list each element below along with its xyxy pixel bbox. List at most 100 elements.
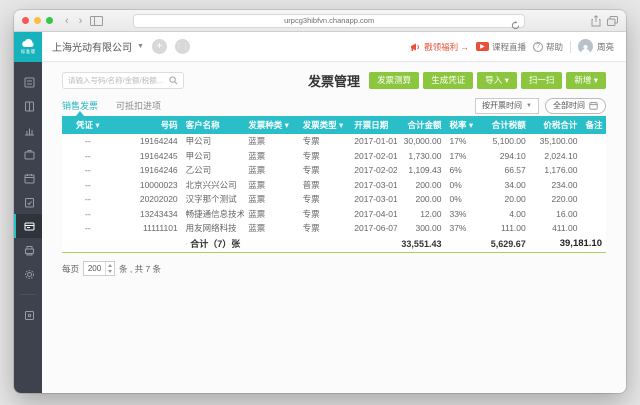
table-cell: 蓝票 xyxy=(244,163,298,178)
user-menu[interactable]: 周亮 xyxy=(578,39,614,54)
search-input[interactable] xyxy=(68,76,169,85)
table-cell: 2017-02-01 xyxy=(350,149,396,164)
column-header[interactable]: 凭证 ▾ xyxy=(62,116,114,134)
minimize-window-icon[interactable] xyxy=(34,17,41,24)
table-cell: 10000023 xyxy=(114,178,182,193)
scan-button[interactable]: 扫一扫 xyxy=(521,72,563,89)
table-header-row: 凭证 ▾号码客户名称发票种类 ▾发票类型 ▾开票日期合计金额税率 ▾合计税额价税… xyxy=(62,116,606,134)
sidebar-item-more[interactable] xyxy=(14,303,42,327)
table-cell: 蓝票 xyxy=(244,149,298,164)
tabs-row: 销售发票 可抵扣进项 按开票时间 ▼ 全部时间 xyxy=(62,95,606,116)
company-dropdown-icon[interactable]: ▼ xyxy=(137,43,144,50)
summary-row: 合计（7）张 33,551.43 5,629.67 39,181.10 xyxy=(62,236,606,253)
browser-window: ‹ › urpcg3hibfvn.chanapp.com xyxy=(14,10,626,393)
logo-edition-label: 标准版 xyxy=(21,48,36,54)
add-company-button[interactable]: + xyxy=(152,39,167,54)
import-button[interactable]: 导入 ▾ xyxy=(477,72,517,89)
tab-sales-invoices[interactable]: 销售发票 xyxy=(62,95,98,116)
table-cell xyxy=(581,134,606,149)
table-cell: 19164246 xyxy=(114,163,182,178)
help-icon: ? xyxy=(533,42,543,52)
search-icon[interactable] xyxy=(169,76,178,85)
forward-button[interactable]: › xyxy=(77,16,85,26)
table-cell: 1,176.00 xyxy=(530,163,582,178)
table-cell: 34.00 xyxy=(473,178,530,193)
table-cell: -- xyxy=(62,221,114,236)
header-divider xyxy=(570,41,571,53)
apps-grid-button[interactable]: ⋮⋮ xyxy=(175,39,190,54)
calendar-icon xyxy=(589,101,598,110)
url-text: urpcg3hibfvn.chanapp.com xyxy=(284,16,374,25)
app-logo: 标准版 xyxy=(14,32,42,62)
table-cell: 乙公司 xyxy=(182,163,245,178)
sidebar-item-salary[interactable] xyxy=(14,142,42,166)
table-cell: 4.00 xyxy=(473,207,530,222)
per-page-stepper[interactable]: 200 xyxy=(83,261,115,276)
sort-by-date-dropdown[interactable]: 按开票时间 ▼ xyxy=(475,98,539,114)
table-cell: 0% xyxy=(445,178,472,193)
column-header[interactable]: 发票种类 ▾ xyxy=(244,116,298,134)
table-row[interactable]: --19164244甲公司蓝票专票2017-01-0130,000.0017%5… xyxy=(62,134,606,149)
sidebar-item-settings[interactable] xyxy=(14,262,42,286)
toolbar-buttons: 发票测算生成凭证导入 ▾扫一扫新增 ▾ xyxy=(369,72,606,89)
share-icon[interactable] xyxy=(591,15,601,27)
url-bar[interactable]: urpcg3hibfvn.chanapp.com xyxy=(133,14,525,28)
maximize-window-icon[interactable] xyxy=(46,17,53,24)
generate-voucher-button[interactable]: 生成凭证 xyxy=(423,72,473,89)
date-range-picker[interactable]: 全部时间 xyxy=(545,98,606,114)
promo-link[interactable]: 戳领福利 → xyxy=(410,41,469,53)
back-button[interactable]: ‹ xyxy=(63,16,71,26)
table-cell: 蓝票 xyxy=(244,192,298,207)
table-cell: 5,100.00 xyxy=(473,134,530,149)
table-cell: 蓝票 xyxy=(244,221,298,236)
sidebar-toggle-icon[interactable] xyxy=(90,16,103,26)
sidebar-item-checkout[interactable] xyxy=(14,190,42,214)
add-button[interactable]: 新增 ▾ xyxy=(566,72,606,89)
table-cell: 畅捷通信息技术... xyxy=(182,207,245,222)
table-cell: 专票 xyxy=(299,149,351,164)
invoice-estimate-button[interactable]: 发票测算 xyxy=(369,72,419,89)
column-header[interactable]: 发票类型 ▾ xyxy=(299,116,351,134)
stepper-arrows[interactable] xyxy=(105,262,114,275)
table-row[interactable]: --19164246乙公司蓝票专票2017-02-021,109.436%66.… xyxy=(62,163,606,178)
content-area: 发票管理 发票测算生成凭证导入 ▾扫一扫新增 ▾ 销售发票 可抵扣进项 按开票时… xyxy=(42,62,626,393)
sidebar-item-assets[interactable] xyxy=(14,166,42,190)
sidebar-item-invoice[interactable] xyxy=(14,214,42,238)
table-cell: 12.00 xyxy=(397,207,446,222)
tab-deductible-input[interactable]: 可抵扣进项 xyxy=(116,95,161,116)
sidebar-item-voucher[interactable] xyxy=(14,70,42,94)
live-course-link[interactable]: ▶ 课程直播 xyxy=(476,41,526,53)
table-cell: 专票 xyxy=(299,163,351,178)
reload-icon[interactable] xyxy=(511,17,520,35)
sidebar-item-fund[interactable] xyxy=(14,238,42,262)
table-cell: 234.00 xyxy=(530,178,582,193)
table-cell: 专票 xyxy=(299,192,351,207)
close-window-icon[interactable] xyxy=(22,17,29,24)
table-row[interactable]: --19164245甲公司蓝票专票2017-02-011,730.0017%29… xyxy=(62,149,606,164)
table-cell: 300.00 xyxy=(397,221,446,236)
table-row[interactable]: --11111101用友网络科技蓝票专票2017-06-07300.0037%1… xyxy=(62,221,606,236)
column-header[interactable]: 税率 ▾ xyxy=(445,116,472,134)
gear-icon xyxy=(24,269,35,280)
table-cell: 13243434 xyxy=(114,207,182,222)
tabs-overview-icon[interactable] xyxy=(607,16,618,26)
search-box[interactable] xyxy=(62,72,184,89)
table-cell: 甲公司 xyxy=(182,134,245,149)
company-name[interactable]: 上海光动有限公司 xyxy=(52,39,132,54)
table-cell: 30,000.00 xyxy=(397,134,446,149)
table-row[interactable]: --13243434畅捷通信息技术...蓝票专票2017-04-0112.003… xyxy=(62,207,606,222)
sidebar-item-journal[interactable] xyxy=(14,94,42,118)
help-link[interactable]: ? 帮助 xyxy=(533,41,563,53)
table-cell: 2017-02-02 xyxy=(350,163,396,178)
summary-spacer xyxy=(445,236,472,253)
table-cell: -- xyxy=(62,192,114,207)
avatar xyxy=(578,39,593,54)
table-cell: 北京兴兴公司 xyxy=(182,178,245,193)
table-row[interactable]: --20202020汉字那个测试蓝票专票2017-03-01200.000%20… xyxy=(62,192,606,207)
total-count-label: 条 , 共 7 条 xyxy=(119,263,161,275)
table-cell: 35,100.00 xyxy=(530,134,582,149)
sidebar-item-reports[interactable] xyxy=(14,118,42,142)
table-cell: 17% xyxy=(445,149,472,164)
table-row[interactable]: --10000023北京兴兴公司蓝票普票2017-03-01200.000%34… xyxy=(62,178,606,193)
app-header: 标准版 上海光动有限公司 ▼ + ⋮⋮ 戳领福利 → ▶ 课程直播 ? 帮助 xyxy=(14,32,626,62)
